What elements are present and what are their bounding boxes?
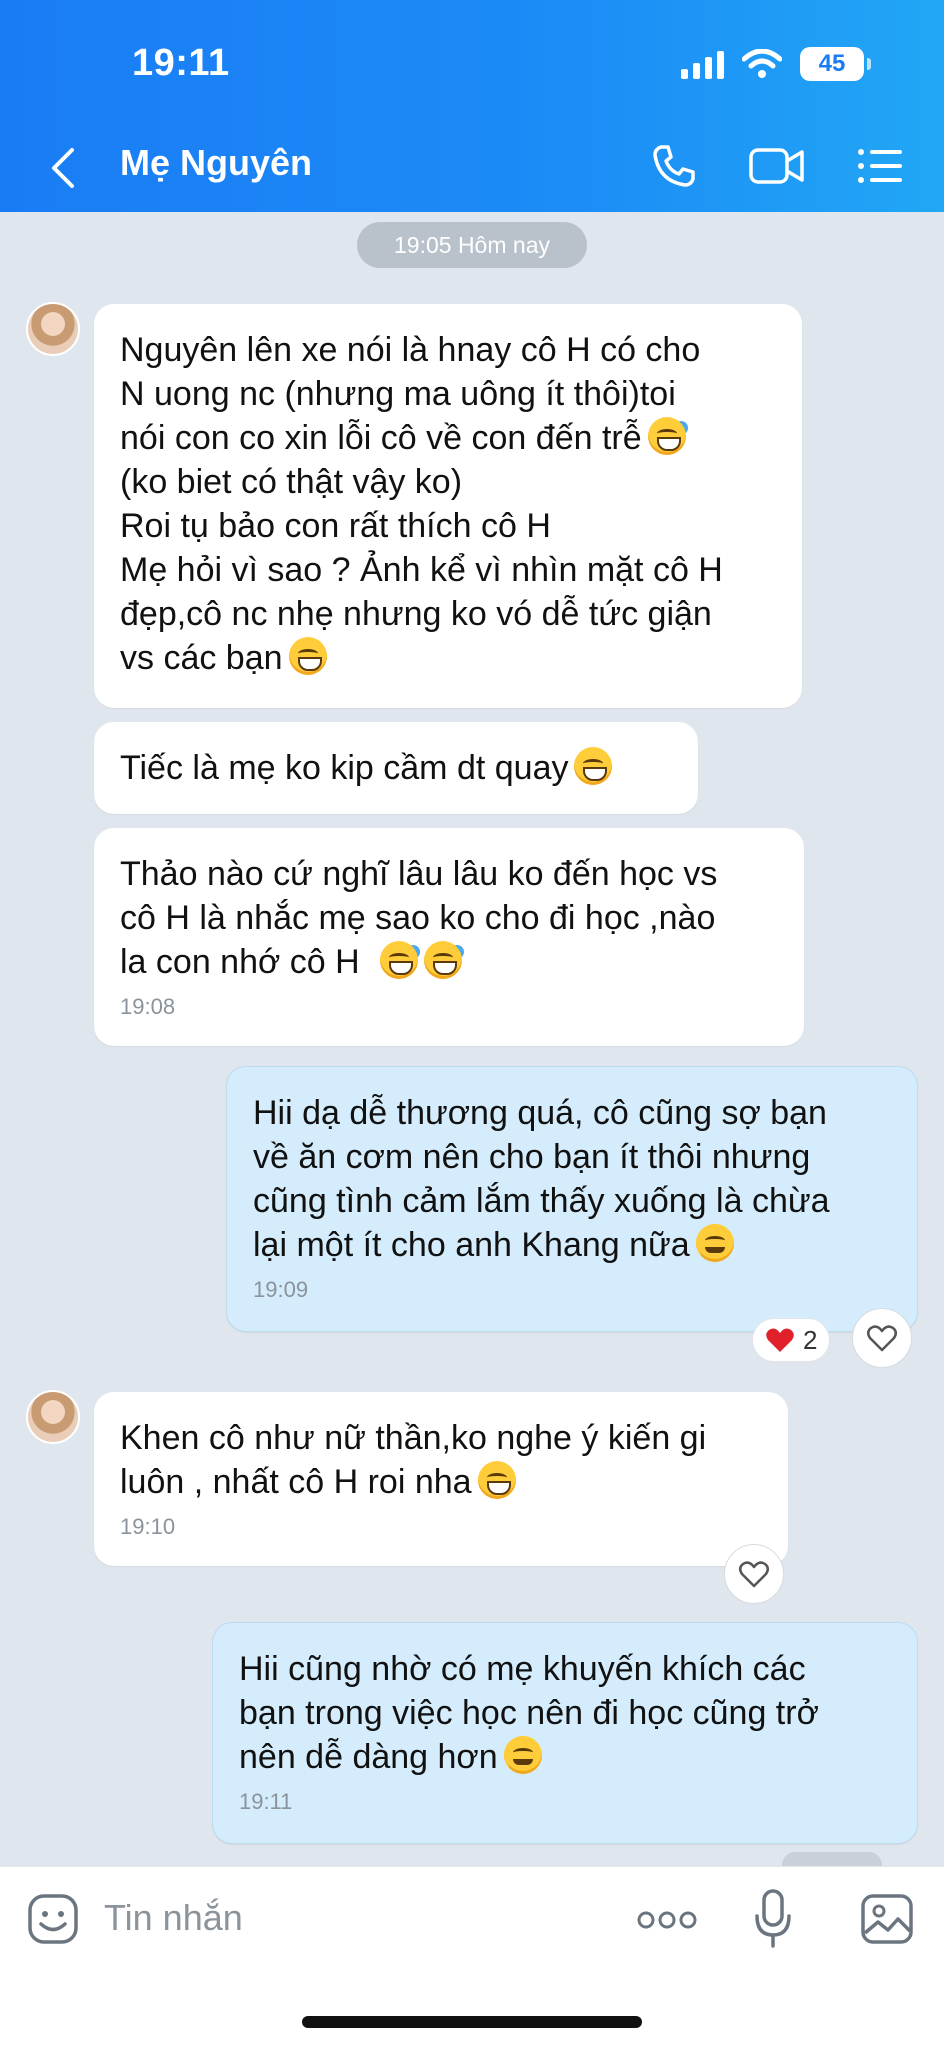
sticker-button[interactable] [26,1892,80,1946]
message-timestamp: 19:09 [253,1277,309,1302]
call-button[interactable] [646,140,702,192]
message-bubble-incoming[interactable]: Khen cô như nữ thần,ko nghe ý kiến gi lu… [94,1392,788,1566]
message-line: Nguyên lên xe nói là hnay cô H có cho [120,331,701,369]
avatar[interactable] [26,302,80,356]
heart-icon [867,1325,897,1352]
menu-button[interactable] [852,140,908,192]
smiling-blush-emoji-icon [503,1736,542,1774]
chat-header: 19:11 45 Mẹ Nguyên [0,0,944,212]
message-bubble-incoming[interactable]: Thảo nào cứ nghĩ lâu lâu ko đến học vs c… [94,828,804,1046]
conversation-title[interactable]: Mẹ Nguyên [120,142,312,184]
message-line: về ăn cơm nên cho bạn ít thôi nhưng [253,1138,811,1176]
more-button[interactable] [636,1900,698,1940]
heart-icon [766,1328,794,1352]
message-line: Hii dạ dễ thương quá, cô cũng sợ bạn [253,1094,827,1132]
message-line-with-emoji: vs các bạn [120,636,776,680]
battery-level: 45 [818,50,846,77]
cellular-signal-icon [681,49,724,79]
message-line: đẹp,cô nc nhẹ nhưng ko vó dễ tức giận [120,595,712,633]
emoji-face-icon [28,1894,78,1944]
voice-button[interactable] [752,1888,794,1950]
message-line-with-emoji: luôn , nhất cô H roi nha [120,1460,762,1504]
status-icons: 45 [681,44,871,84]
message-line-with-emoji: nói con co xin lỗi cô về con đến trễ [120,416,776,460]
message-line: bạn trong việc học nên đi học cũng trở [239,1694,819,1732]
grinning-emoji-icon [477,1461,516,1499]
heart-icon [739,1561,769,1588]
message-line: (ko biet có thật vậy ko) [120,463,463,501]
image-button[interactable] [860,1892,914,1946]
message-line: Khen cô như nữ thần,ko nghe ý kiến gi [120,1419,707,1457]
react-button[interactable] [852,1308,912,1368]
message-input[interactable]: Tin nhắn [104,1897,243,1939]
message-line: Roi tụ bảo con rất thích cô H [120,507,551,545]
list-icon [858,149,902,183]
message-bubble-incoming[interactable]: Tiếc là mẹ ko kip cầm dt quay [94,722,698,814]
grinning-emoji-icon [574,747,613,785]
date-separator: 19:05 Hôm nay [357,222,587,268]
message-timestamp: 19:10 [120,1514,176,1539]
microphone-icon [755,1889,791,1948]
video-call-button[interactable] [746,140,808,192]
grinning-emoji-icon [288,637,327,675]
message-bubble-outgoing[interactable]: Hii dạ dễ thương quá, cô cũng sợ bạn về … [226,1066,918,1332]
message-line: Mẹ hỏi vì sao ? Ảnh kể vì nhìn mặt cô H [120,551,723,589]
video-icon [749,148,804,184]
tears-of-joy-emoji-icon [647,417,686,455]
message-line: cũng tình cảm lắm thấy xuống là chừa [253,1182,830,1220]
reaction-summary[interactable]: 2 [752,1318,831,1362]
battery-icon: 45 [800,47,871,81]
phone-icon [653,145,695,187]
message-line: Hii cũng nhờ có mẹ khuyến khích các [239,1650,806,1688]
more-dots-icon [637,1911,697,1929]
message-line-with-emoji: nên dễ dàng hơn [239,1735,891,1779]
reaction-count: 2 [803,1324,818,1355]
message-line-with-emoji: Tiếc là mẹ ko kip cầm dt quay [120,746,672,790]
message-line: cô H là nhắc mẹ sao ko cho đi học ,nào [120,899,716,937]
image-icon [861,1894,913,1944]
wifi-icon [742,49,782,78]
message-line-with-emoji: la con nhớ cô H [120,940,778,984]
message-line: N uong nc (nhưng ma uông ít thôi)toi [120,375,676,413]
message-bubble-outgoing[interactable]: Hii cũng nhờ có mẹ khuyến khích các bạn … [212,1622,918,1844]
home-indicator [302,2016,642,2028]
message-timestamp: 19:08 [120,994,176,1019]
message-timestamp: 19:11 [239,1789,293,1814]
status-time: 19:11 [132,42,230,84]
react-button[interactable] [724,1544,784,1604]
chevron-left-icon[interactable] [48,146,78,190]
message-line-with-emoji: lại một ít cho anh Khang nữa [253,1223,891,1267]
message-line: Thảo nào cứ nghĩ lâu lâu ko đến học vs [120,855,718,893]
smiling-blush-emoji-icon [695,1224,734,1262]
sweat-smile-emoji-icon [423,941,462,979]
sweat-smile-emoji-icon [379,941,418,979]
message-bubble-incoming[interactable]: Nguyên lên xe nói là hnay cô H có cho N … [94,304,802,708]
avatar[interactable] [26,1390,80,1444]
